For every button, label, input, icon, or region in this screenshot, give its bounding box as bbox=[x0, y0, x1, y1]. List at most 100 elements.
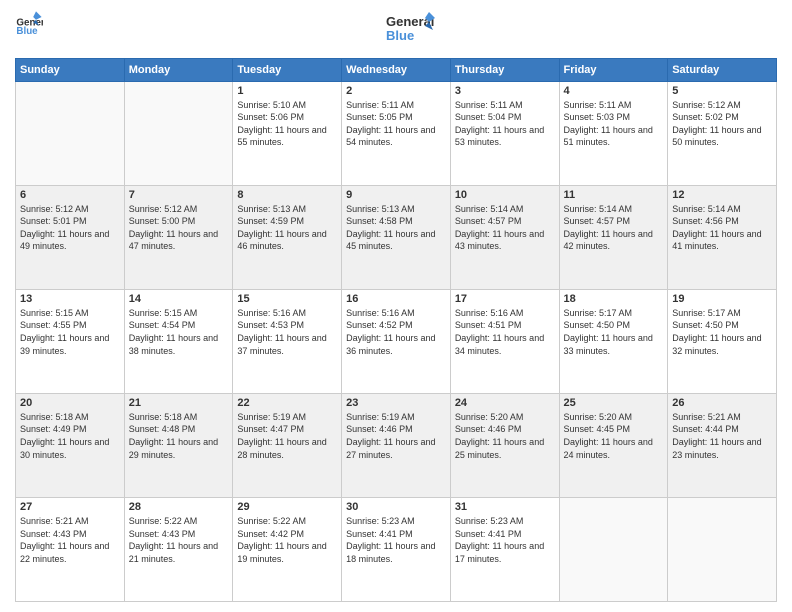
day-info: Sunrise: 5:21 AM Sunset: 4:43 PM Dayligh… bbox=[20, 515, 120, 565]
calendar-header-sunday: Sunday bbox=[16, 58, 125, 81]
day-info: Sunrise: 5:18 AM Sunset: 4:49 PM Dayligh… bbox=[20, 411, 120, 461]
calendar-cell: 4Sunrise: 5:11 AM Sunset: 5:03 PM Daylig… bbox=[559, 81, 668, 185]
calendar-cell: 3 Sunrise: 5:11 AM Sunset: 5:04 PM Daylig… bbox=[450, 81, 559, 185]
day-info: Sunrise: 5:14 AM Sunset: 4:57 PM Dayligh… bbox=[564, 203, 664, 253]
calendar-cell: 13 Sunrise: 5:15 AM Sunset: 4:55 PM Dayli… bbox=[16, 289, 125, 393]
calendar-header-saturday: Saturday bbox=[668, 58, 777, 81]
calendar-header-monday: Monday bbox=[124, 58, 233, 81]
calendar-header-wednesday: Wednesday bbox=[342, 58, 451, 81]
calendar-cell bbox=[668, 497, 777, 601]
calendar-week-row: 27 Sunrise: 5:21 AM Sunset: 4:43 PM Dayli… bbox=[16, 497, 777, 601]
calendar-week-row: 6 Sunrise: 5:12 AM Sunset: 5:01 PM Daylig… bbox=[16, 185, 777, 289]
calendar-cell: 19 Sunrise: 5:17 AM Sunset: 4:50 PM Dayli… bbox=[668, 289, 777, 393]
day-number: 19 bbox=[672, 293, 772, 305]
calendar-cell: 21Sunrise: 5:18 AM Sunset: 4:48 PM Dayli… bbox=[124, 393, 233, 497]
day-number: 31 bbox=[455, 501, 555, 513]
day-number: 23 bbox=[346, 397, 446, 409]
header: General Blue General Blue bbox=[15, 10, 777, 50]
calendar-cell: 6 Sunrise: 5:12 AM Sunset: 5:01 PM Daylig… bbox=[16, 185, 125, 289]
day-info: Sunrise: 5:10 AM Sunset: 5:06 PM Dayligh… bbox=[237, 99, 337, 149]
calendar-cell: 17Sunrise: 5:16 AM Sunset: 4:51 PM Dayli… bbox=[450, 289, 559, 393]
day-info: Sunrise: 5:17 AM Sunset: 4:50 PM Dayligh… bbox=[672, 307, 772, 357]
day-number: 2 bbox=[346, 85, 446, 97]
calendar-cell: 31 Sunrise: 5:23 AM Sunset: 4:41 PM Dayli… bbox=[450, 497, 559, 601]
day-info: Sunrise: 5:14 AM Sunset: 4:56 PM Dayligh… bbox=[672, 203, 772, 253]
page: General Blue General Blue bbox=[0, 0, 792, 612]
day-info: Sunrise: 5:11 AM Sunset: 5:05 PM Dayligh… bbox=[346, 99, 446, 149]
day-info: Sunrise: 5:17 AM Sunset: 4:50 PM Dayligh… bbox=[564, 307, 664, 357]
calendar-cell: 10Sunrise: 5:14 AM Sunset: 4:57 PM Dayli… bbox=[450, 185, 559, 289]
calendar-table: SundayMondayTuesdayWednesdayThursdayFrid… bbox=[15, 58, 777, 602]
generalblue-logo-svg: General Blue bbox=[385, 10, 435, 46]
calendar-cell: 18 Sunrise: 5:17 AM Sunset: 4:50 PM Dayli… bbox=[559, 289, 668, 393]
calendar-cell: 26 Sunrise: 5:21 AM Sunset: 4:44 PM Dayli… bbox=[668, 393, 777, 497]
calendar-cell: 24Sunrise: 5:20 AM Sunset: 4:46 PM Dayli… bbox=[450, 393, 559, 497]
calendar-cell: 15Sunrise: 5:16 AM Sunset: 4:53 PM Dayli… bbox=[233, 289, 342, 393]
day-info: Sunrise: 5:12 AM Sunset: 5:01 PM Dayligh… bbox=[20, 203, 120, 253]
calendar-week-row: 13 Sunrise: 5:15 AM Sunset: 4:55 PM Dayli… bbox=[16, 289, 777, 393]
day-number: 16 bbox=[346, 293, 446, 305]
day-number: 7 bbox=[129, 189, 229, 201]
day-info: Sunrise: 5:15 AM Sunset: 4:55 PM Dayligh… bbox=[20, 307, 120, 357]
calendar-cell: 2 Sunrise: 5:11 AM Sunset: 5:05 PM Daylig… bbox=[342, 81, 451, 185]
day-info: Sunrise: 5:12 AM Sunset: 5:00 PM Dayligh… bbox=[129, 203, 229, 253]
day-number: 22 bbox=[237, 397, 337, 409]
day-number: 5 bbox=[672, 85, 772, 97]
calendar-cell: 22Sunrise: 5:19 AM Sunset: 4:47 PM Dayli… bbox=[233, 393, 342, 497]
day-number: 9 bbox=[346, 189, 446, 201]
day-number: 11 bbox=[564, 189, 664, 201]
day-number: 28 bbox=[129, 501, 229, 513]
day-info: Sunrise: 5:20 AM Sunset: 4:46 PM Dayligh… bbox=[455, 411, 555, 461]
calendar-header-tuesday: Tuesday bbox=[233, 58, 342, 81]
day-number: 1 bbox=[237, 85, 337, 97]
day-number: 26 bbox=[672, 397, 772, 409]
day-info: Sunrise: 5:13 AM Sunset: 4:58 PM Dayligh… bbox=[346, 203, 446, 253]
calendar-cell: 20 Sunrise: 5:18 AM Sunset: 4:49 PM Dayli… bbox=[16, 393, 125, 497]
day-info: Sunrise: 5:21 AM Sunset: 4:44 PM Dayligh… bbox=[672, 411, 772, 461]
day-number: 3 bbox=[455, 85, 555, 97]
day-number: 18 bbox=[564, 293, 664, 305]
day-info: Sunrise: 5:11 AM Sunset: 5:04 PM Dayligh… bbox=[455, 99, 555, 149]
day-number: 21 bbox=[129, 397, 229, 409]
calendar-cell: 25Sunrise: 5:20 AM Sunset: 4:45 PM Dayli… bbox=[559, 393, 668, 497]
day-number: 29 bbox=[237, 501, 337, 513]
calendar-week-row: 1 Sunrise: 5:10 AM Sunset: 5:06 PM Daylig… bbox=[16, 81, 777, 185]
day-info: Sunrise: 5:23 AM Sunset: 4:41 PM Dayligh… bbox=[455, 515, 555, 565]
calendar-header-thursday: Thursday bbox=[450, 58, 559, 81]
calendar-cell: 5 Sunrise: 5:12 AM Sunset: 5:02 PM Daylig… bbox=[668, 81, 777, 185]
day-info: Sunrise: 5:14 AM Sunset: 4:57 PM Dayligh… bbox=[455, 203, 555, 253]
calendar-cell: 7 Sunrise: 5:12 AM Sunset: 5:00 PM Daylig… bbox=[124, 185, 233, 289]
calendar-cell: 28 Sunrise: 5:22 AM Sunset: 4:43 PM Dayli… bbox=[124, 497, 233, 601]
day-info: Sunrise: 5:22 AM Sunset: 4:43 PM Dayligh… bbox=[129, 515, 229, 565]
calendar-header-friday: Friday bbox=[559, 58, 668, 81]
logo-icon: General Blue bbox=[15, 10, 43, 38]
calendar-cell: 23 Sunrise: 5:19 AM Sunset: 4:46 PM Dayli… bbox=[342, 393, 451, 497]
day-info: Sunrise: 5:20 AM Sunset: 4:45 PM Dayligh… bbox=[564, 411, 664, 461]
day-info: Sunrise: 5:22 AM Sunset: 4:42 PM Dayligh… bbox=[237, 515, 337, 565]
day-number: 27 bbox=[20, 501, 120, 513]
day-info: Sunrise: 5:16 AM Sunset: 4:52 PM Dayligh… bbox=[346, 307, 446, 357]
svg-text:Blue: Blue bbox=[16, 26, 38, 37]
day-info: Sunrise: 5:16 AM Sunset: 4:53 PM Dayligh… bbox=[237, 307, 337, 357]
calendar-header-row: SundayMondayTuesdayWednesdayThursdayFrid… bbox=[16, 58, 777, 81]
calendar-cell bbox=[16, 81, 125, 185]
day-info: Sunrise: 5:19 AM Sunset: 4:46 PM Dayligh… bbox=[346, 411, 446, 461]
calendar-cell: 16 Sunrise: 5:16 AM Sunset: 4:52 PM Dayli… bbox=[342, 289, 451, 393]
calendar-cell: 12Sunrise: 5:14 AM Sunset: 4:56 PM Dayli… bbox=[668, 185, 777, 289]
day-number: 30 bbox=[346, 501, 446, 513]
day-number: 20 bbox=[20, 397, 120, 409]
day-number: 6 bbox=[20, 189, 120, 201]
calendar-cell: 9 Sunrise: 5:13 AM Sunset: 4:58 PM Daylig… bbox=[342, 185, 451, 289]
day-number: 14 bbox=[129, 293, 229, 305]
calendar-cell bbox=[559, 497, 668, 601]
day-info: Sunrise: 5:15 AM Sunset: 4:54 PM Dayligh… bbox=[129, 307, 229, 357]
day-number: 8 bbox=[237, 189, 337, 201]
svg-text:Blue: Blue bbox=[386, 28, 414, 43]
logo: General Blue bbox=[15, 10, 43, 38]
calendar-cell: 11 Sunrise: 5:14 AM Sunset: 4:57 PM Dayli… bbox=[559, 185, 668, 289]
calendar-week-row: 20 Sunrise: 5:18 AM Sunset: 4:49 PM Dayli… bbox=[16, 393, 777, 497]
day-number: 13 bbox=[20, 293, 120, 305]
calendar-cell: 8Sunrise: 5:13 AM Sunset: 4:59 PM Daylig… bbox=[233, 185, 342, 289]
day-info: Sunrise: 5:12 AM Sunset: 5:02 PM Dayligh… bbox=[672, 99, 772, 149]
day-number: 4 bbox=[564, 85, 664, 97]
